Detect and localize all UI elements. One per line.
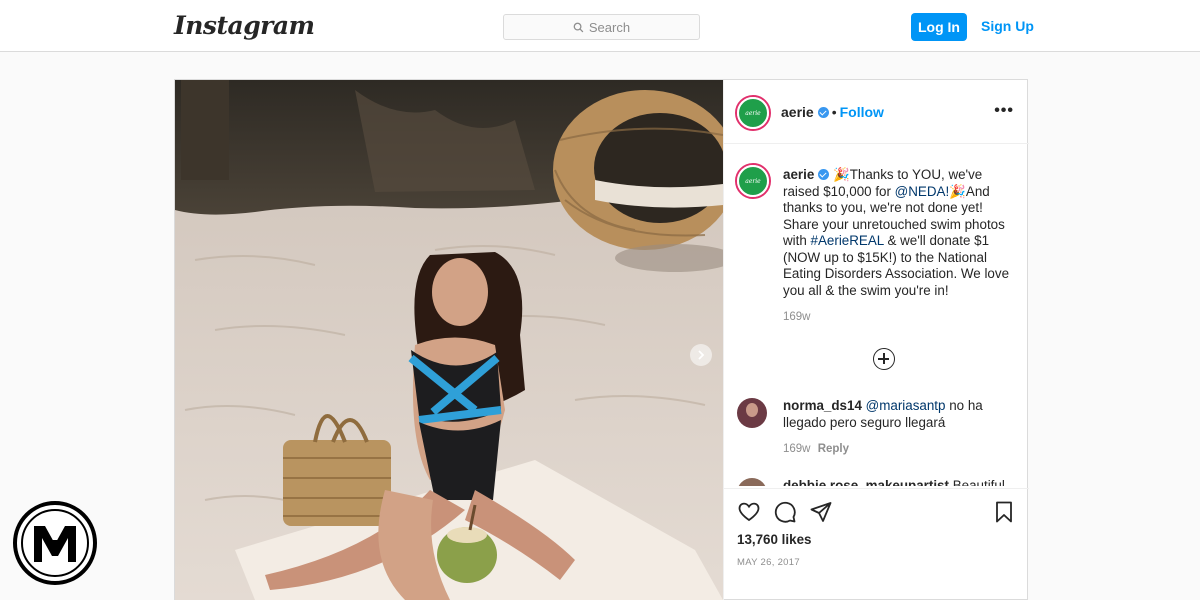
comment-body-2: debbie.rose_makeupartist Beautiful [783,478,1005,486]
next-arrow-icon [698,350,705,360]
caption-mention[interactable]: @NEDA! [895,184,950,199]
post-caption: aerie 🎉Thanks to YOU, we've raised $10,0… [783,167,1019,299]
commenter-avatar-2[interactable] [737,478,767,486]
search-placeholder: Search [588,19,631,35]
caption-avatar-logo-text: aerie [737,165,769,197]
signup-link[interactable]: Sign Up [981,18,1034,34]
reply-button[interactable]: Reply [818,443,849,455]
post-header: aerie aerie • Follow ••• [724,80,1029,144]
heart-icon[interactable] [736,499,762,525]
share-icon[interactable] [808,499,834,525]
post-card: aerie aerie • Follow ••• aerie aerie 🎉Than… [174,79,1029,600]
login-button[interactable]: Log In [911,13,967,41]
likes-count[interactable]: 13,760 likes [737,532,811,547]
caption-timestamp[interactable]: 169w [783,311,811,323]
comment-body: norma_ds14 @mariasantp no ha llegado per… [783,398,1019,431]
comment-timestamp[interactable]: 169w [783,443,811,455]
author-line: aerie • Follow [781,104,884,120]
comment-row-partial: debbie.rose_makeupartist Beautiful [737,478,1027,486]
comment-text-2: Beautiful [952,478,1005,486]
post-side-panel: aerie aerie • Follow ••• aerie aerie 🎉Than… [723,80,1029,600]
next-photo-button[interactable] [690,344,712,366]
author-avatar[interactable]: aerie [735,95,771,131]
caption-avatar[interactable]: aerie [735,163,771,199]
comment-mention[interactable]: @mariasantp [866,398,946,413]
commenter-avatar[interactable] [737,398,767,428]
verified-badge-icon [817,107,829,118]
caption-hashtag[interactable]: #AerieREAL [811,233,884,248]
separator-dot: • [831,104,837,120]
caption-username[interactable]: aerie [783,167,814,182]
follow-button[interactable]: Follow [840,104,884,120]
caption-verified-badge-icon [818,169,830,180]
commenter-username[interactable]: norma_ds14 [783,398,862,413]
comment-meta: 169w Reply [783,443,849,455]
post-photo[interactable] [175,80,723,600]
top-navigation-bar: Instagram Search Log In Sign Up [0,0,1200,52]
post-actions-bar [724,488,1029,489]
party-emoji: 🎉 [833,167,850,182]
avatar-logo-text: aerie [737,97,769,129]
beach-photo-illustration [175,80,723,600]
search-input[interactable]: Search [503,14,700,40]
watermark-logo [12,500,98,586]
commenter-username-2[interactable]: debbie.rose_makeupartist [783,478,949,486]
author-username[interactable]: aerie [781,104,814,120]
search-icon [573,22,584,32]
instagram-logo[interactable]: Instagram [174,11,315,40]
post-date[interactable]: MAY 26, 2017 [737,557,800,568]
comment-icon[interactable] [772,499,798,525]
load-more-comments-icon[interactable] [873,348,895,370]
bookmark-icon[interactable] [991,499,1017,525]
party-emoji-2: 🎉 [949,183,966,199]
more-options-icon[interactable]: ••• [994,102,1014,120]
